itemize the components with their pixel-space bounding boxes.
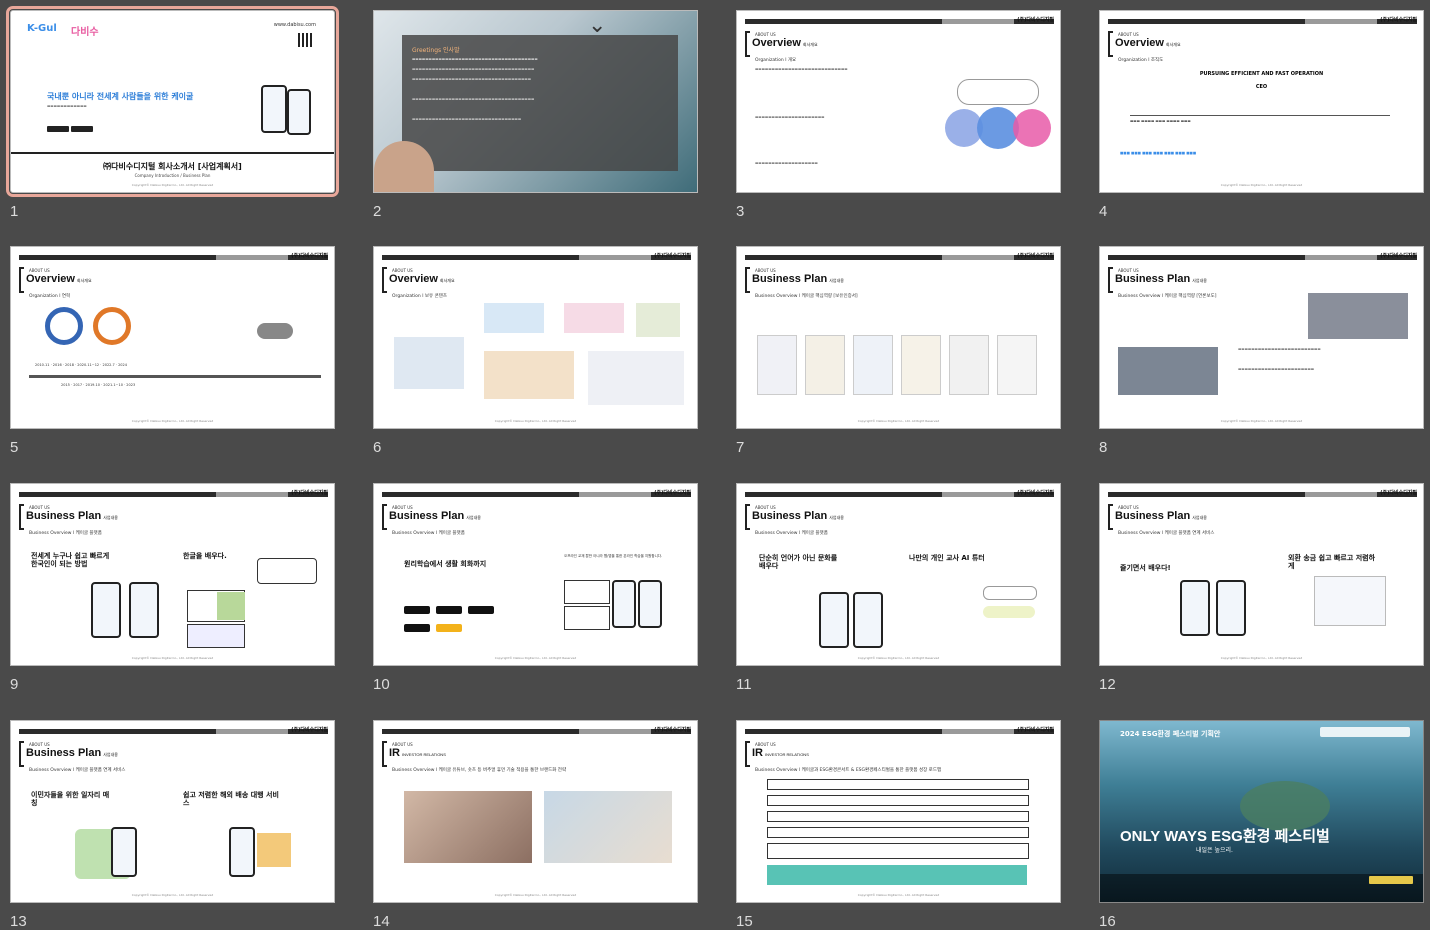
slide-2-canvas: Greetings 인사말 ▬▬▬▬▬▬▬▬▬▬▬▬▬▬▬▬▬▬▬▬▬▬▬▬▬▬… <box>373 10 698 193</box>
slide-thumbnail-14[interactable]: (주)다비수디지털 ABOUT US IR INVESTOR RELATIONS … <box>373 720 700 930</box>
slide-5-canvas: (주)다비수디지털 ABOUT US Overview 회사개요 Organiza… <box>10 246 335 429</box>
slide-7-title: Business Plan <box>752 273 828 285</box>
slide-thumbnail-13[interactable]: (주)다비수디지털 ABOUT US Business Plan 사업내용 Bus… <box>10 720 337 930</box>
slide-6-canvas: (주)다비수디지털 ABOUT US Overview 회사개요 Organiza… <box>373 246 698 429</box>
slide-thumbnail-15[interactable]: (주)다비수디지털 ABOUT US IR INVESTOR RELATIONS … <box>736 720 1063 930</box>
slide-16-title: ONLY WAYS ESG환경 페스티벌 <box>1120 828 1330 845</box>
slide-thumbnail-12[interactable]: (주)다비수디지털 ABOUT US Business Plan 사업내용 Bus… <box>1099 483 1426 693</box>
website-url: www.dabisu.com <box>273 22 316 28</box>
slide-2-title: Greetings 인사말 <box>412 47 460 54</box>
slide-11-canvas: (주)다비수디지털 ABOUT US Business Plan 사업내용 Bus… <box>736 483 1061 666</box>
virtual-human-image <box>404 791 532 863</box>
timeline-bar <box>29 375 321 378</box>
slide-1-title: ㈜다비수디지털 회사소개서 [사업계획서] <box>103 162 242 171</box>
slide-10-canvas: (주)다비수디지털 ABOUT US Business Plan 사업내용 Bus… <box>373 483 698 666</box>
sea-turtle-image <box>1240 781 1330 831</box>
slide-thumbnail-16[interactable]: 2024 ESG환경 페스티벌 기획안 ONLY WAYS ESG환경 페스티벌… <box>1099 720 1426 930</box>
slide-3-title: Overview <box>752 37 801 49</box>
certificate <box>805 335 845 395</box>
certificate <box>853 335 893 395</box>
slide-1-tagline: 국내뿐 아니라 전세계 사람들을 위한 케이굴 <box>47 92 194 101</box>
slide-12-title: Business Plan <box>1115 510 1191 522</box>
slide-16-canvas: 2024 ESG환경 페스티벌 기획안 ONLY WAYS ESG환경 페스티벌… <box>1099 720 1424 903</box>
press-photo <box>1308 293 1408 339</box>
certificate <box>901 335 941 395</box>
slide-8-canvas: (주)다비수디지털 ABOUT US Business Plan 사업내용 Bus… <box>1099 246 1424 429</box>
slide-8-title: Business Plan <box>1115 273 1191 285</box>
slide-thumbnail-9[interactable]: (주)다비수디지털 ABOUT US Business Plan 사업내용 Bus… <box>10 483 337 693</box>
press-photo <box>1118 347 1218 395</box>
people-photo <box>374 141 434 192</box>
slide-thumbnail-1[interactable]: K-Gul 다비수 www.dabisu.com 국내뿐 아니라 전세계 사람들… <box>6 6 339 220</box>
slide-thumbnail-4[interactable]: (주)다비수디지털 ABOUT US Overview 회사개요 Organiza… <box>1099 10 1426 220</box>
slide-thumbnail-2[interactable]: Greetings 인사말 ▬▬▬▬▬▬▬▬▬▬▬▬▬▬▬▬▬▬▬▬▬▬▬▬▬▬… <box>373 10 700 220</box>
dabisu-logo: 다비수 <box>71 27 99 38</box>
qr-code-icon <box>298 33 312 47</box>
slide-sorter-grid: K-Gul 다비수 www.dabisu.com 국내뿐 아니라 전세계 사람들… <box>0 0 1430 930</box>
organization-logo <box>1320 727 1410 737</box>
slide-thumbnail-11[interactable]: (주)다비수디지털 ABOUT US Business Plan 사업내용 Bus… <box>736 483 1063 693</box>
certificate <box>997 335 1037 395</box>
slide-14-title: IR <box>389 747 400 759</box>
slide-7-canvas: (주)다비수디지털 ABOUT US Business Plan 사업내용 Bus… <box>736 246 1061 429</box>
slide-4-title: Overview <box>1115 37 1164 49</box>
slide-10-title: Business Plan <box>389 510 465 522</box>
donut-chart-icon <box>93 307 131 345</box>
slide-thumbnail-7[interactable]: (주)다비수디지털 ABOUT US Business Plan 사업내용 Bus… <box>736 246 1063 456</box>
slide-11-title: Business Plan <box>752 510 828 522</box>
virtual-human-image <box>544 791 672 863</box>
slide-6-title: Overview <box>389 273 438 285</box>
app-store-badge <box>47 126 69 132</box>
slide-1-canvas: K-Gul 다비수 www.dabisu.com 국내뿐 아니라 전세계 사람들… <box>6 6 339 197</box>
slide-thumbnail-5[interactable]: (주)다비수디지털 ABOUT US Overview 회사개요 Organiza… <box>10 246 337 456</box>
slide-13-title: Business Plan <box>26 747 102 759</box>
slide-number: 1 <box>10 203 19 220</box>
certificate <box>949 335 989 395</box>
slide-thumbnail-10[interactable]: (주)다비수디지털 ABOUT US Business Plan 사업내용 Bus… <box>373 483 700 693</box>
slide-15-title: IR <box>752 747 763 759</box>
kgul-logo: K-Gul <box>27 23 57 34</box>
slide-5-title: Overview <box>26 273 75 285</box>
slide-thumbnail-3[interactable]: (주)다비수디지털 ABOUT US Overview 회사개요 Organiza… <box>736 10 1063 220</box>
google-play-badge <box>71 126 93 132</box>
certificate <box>757 335 797 395</box>
greeting-panel: Greetings 인사말 ▬▬▬▬▬▬▬▬▬▬▬▬▬▬▬▬▬▬▬▬▬▬▬▬▬▬… <box>402 35 678 171</box>
donut-chart-icon <box>45 307 83 345</box>
phone-mockup <box>261 85 287 133</box>
slide-4-canvas: (주)다비수디지털 ABOUT US Overview 회사개요 Organiza… <box>1099 10 1424 193</box>
slide-15-canvas: (주)다비수디지털 ABOUT US IR INVESTOR RELATIONS … <box>736 720 1061 903</box>
slide-12-canvas: (주)다비수디지털 ABOUT US Business Plan 사업내용 Bus… <box>1099 483 1424 666</box>
slide-14-canvas: (주)다비수디지털 ABOUT US IR INVESTOR RELATIONS … <box>373 720 698 903</box>
slide-9-title: Business Plan <box>26 510 102 522</box>
slide-13-canvas: (주)다비수디지털 ABOUT US Business Plan 사업내용 Bus… <box>10 720 335 903</box>
phone-mockup <box>287 89 311 135</box>
slide-thumbnail-8[interactable]: (주)다비수디지털 ABOUT US Business Plan 사업내용 Bus… <box>1099 246 1426 456</box>
slide-3-canvas: (주)다비수디지털 ABOUT US Overview 회사개요 Organiza… <box>736 10 1061 193</box>
brand-logo <box>1369 876 1413 884</box>
chevron-down-icon: ⌄ <box>588 13 607 38</box>
slide-9-canvas: (주)다비수디지털 ABOUT US Business Plan 사업내용 Bus… <box>10 483 335 666</box>
esg-roadmap-highlight <box>767 865 1027 885</box>
slide-thumbnail-6[interactable]: (주)다비수디지털 ABOUT US Overview 회사개요 Organiza… <box>373 246 700 456</box>
